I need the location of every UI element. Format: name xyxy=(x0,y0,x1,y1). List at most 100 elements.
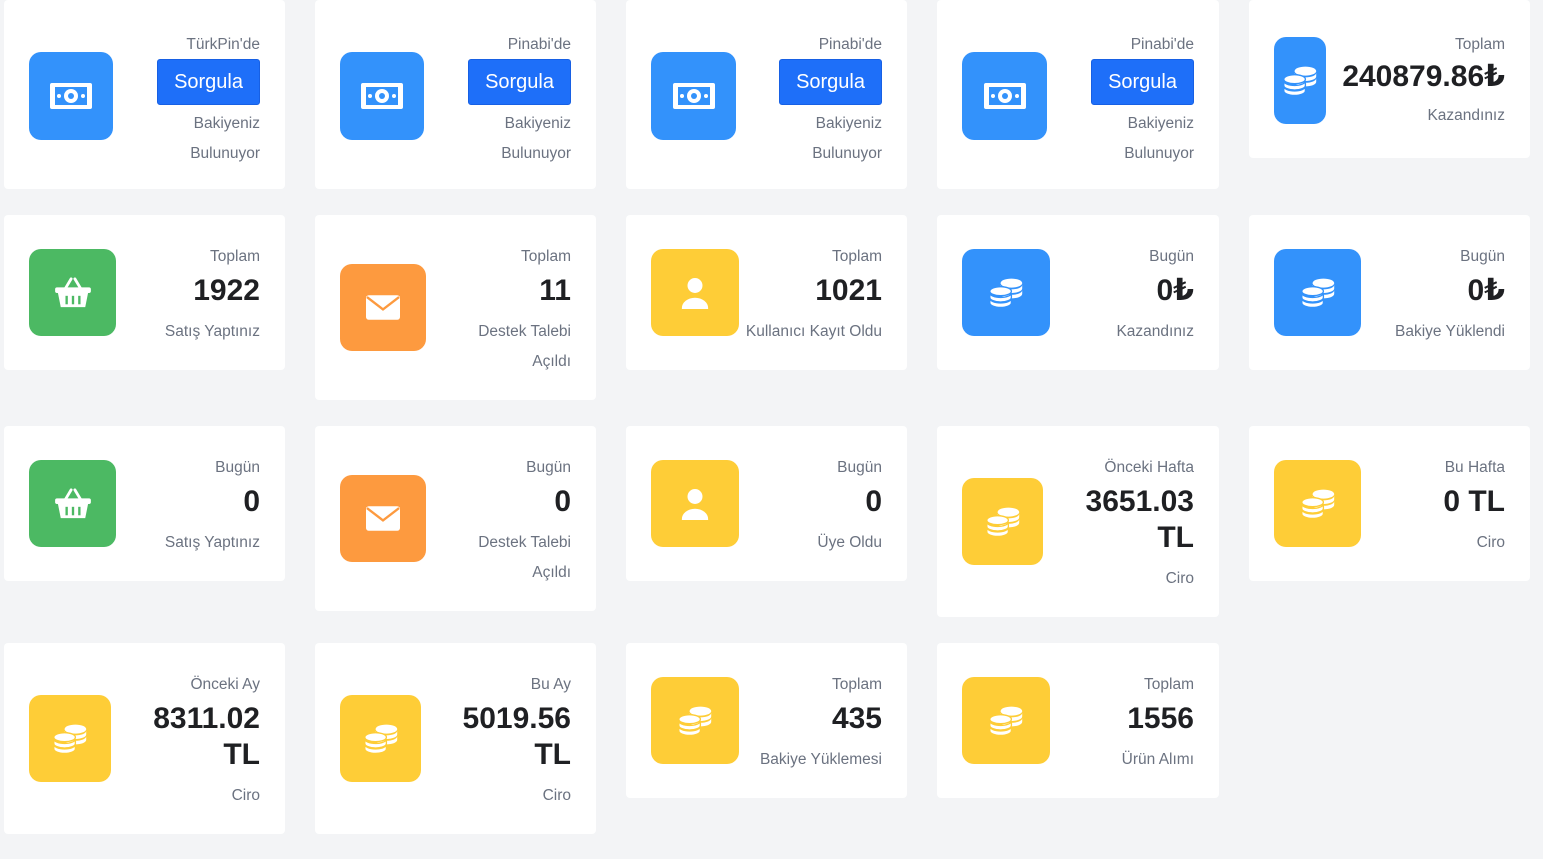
card-sub: Bakiyeniz xyxy=(193,115,260,132)
card-pinabi-balance-3: Pinabi'de Sorgula Bakiyeniz Bulunuyor xyxy=(937,0,1219,189)
card-previous-month-revenue: Önceki Ay 8311.02 TL Ciro xyxy=(4,643,285,834)
card-sub: Ürün Alımı xyxy=(1121,751,1194,768)
card-total-earned: Toplam 240879.86₺ Kazandınız xyxy=(1249,0,1530,158)
card-total-product-purchases: Toplam 1556 Ürün Alımı xyxy=(937,643,1219,798)
card-sub: Bakiyeniz xyxy=(815,115,882,132)
card-value: 0 xyxy=(243,485,260,518)
card-label: Toplam xyxy=(210,248,260,265)
money-icon xyxy=(29,52,113,140)
card-pinabi-balance-2: Pinabi'de Sorgula Bakiyeniz Bulunuyor xyxy=(626,0,907,189)
card-this-week-revenue: Bu Hafta 0 TL Ciro xyxy=(1249,426,1530,581)
coins-icon xyxy=(1274,37,1326,124)
card-label: Önceki Ay xyxy=(190,676,260,693)
card-label: Toplam xyxy=(832,248,882,265)
envelope-icon xyxy=(340,264,426,351)
card-value-unit: TL xyxy=(223,738,260,771)
card-sub: Ciro xyxy=(1165,570,1194,587)
card-this-month-revenue: Bu Ay 5019.56 TL Ciro xyxy=(315,643,596,834)
card-value: 11 xyxy=(539,274,571,307)
card-value: 240879.86₺ xyxy=(1342,60,1505,93)
sorgula-button[interactable]: Sorgula xyxy=(1091,59,1194,105)
card-sub: Ciro xyxy=(1476,534,1505,551)
card-value: 0 xyxy=(865,485,882,518)
coins-icon xyxy=(962,478,1043,565)
card-label: Bugün xyxy=(1149,248,1194,265)
coins-icon xyxy=(29,695,111,782)
card-value-unit: TL xyxy=(534,738,571,771)
card-label: Toplam xyxy=(1144,676,1194,693)
card-label: Toplam xyxy=(832,676,882,693)
card-sub: Ciro xyxy=(231,787,260,804)
card-sub: Kullanıcı Kayıt Oldu xyxy=(745,323,882,340)
envelope-icon xyxy=(340,475,426,562)
card-today-members: Bugün 0 Üye Oldu xyxy=(626,426,907,581)
card-turkpin-balance: TürkPin'de Sorgula Bakiyeniz Bulunuyor xyxy=(4,0,285,189)
sorgula-button[interactable]: Sorgula xyxy=(468,59,571,105)
sorgula-button[interactable]: Sorgula xyxy=(157,59,260,105)
card-label: Toplam xyxy=(1455,36,1505,53)
card-sub: Satış Yaptınız xyxy=(164,323,260,340)
basket-icon xyxy=(29,460,116,547)
card-value: 0₺ xyxy=(1467,274,1505,307)
money-icon xyxy=(340,52,424,140)
card-sub: Açıldı xyxy=(532,564,571,581)
card-pinabi-balance-1: Pinabi'de Sorgula Bakiyeniz Bulunuyor xyxy=(315,0,596,189)
coins-icon xyxy=(962,249,1050,336)
card-value: 0₺ xyxy=(1156,274,1194,307)
money-icon xyxy=(651,52,736,140)
card-sub: Bulunuyor xyxy=(501,145,571,162)
card-value: 3651.03 xyxy=(1085,485,1194,518)
card-sub: Destek Talebi xyxy=(478,323,571,340)
card-label: Bu Ay xyxy=(530,676,571,693)
card-sub: Kazandınız xyxy=(1427,107,1505,124)
card-total-users: Toplam 1021 Kullanıcı Kayıt Oldu xyxy=(626,215,907,370)
card-sub: Açıldı xyxy=(532,353,571,370)
card-label: TürkPin'de xyxy=(186,36,260,53)
card-label: Bu Hafta xyxy=(1444,459,1505,476)
card-sub: Bakiyeniz xyxy=(1127,115,1194,132)
money-icon xyxy=(962,52,1047,140)
card-label: Pinabi'de xyxy=(1130,36,1194,53)
card-sub: Kazandınız xyxy=(1116,323,1194,340)
card-previous-week-revenue: Önceki Hafta 3651.03 TL Ciro xyxy=(937,426,1219,617)
card-value: 0 xyxy=(554,485,571,518)
card-label: Önceki Hafta xyxy=(1104,459,1194,476)
card-total-balance-loads: Toplam 435 Bakiye Yüklemesi xyxy=(626,643,907,798)
user-icon xyxy=(651,249,739,336)
card-sub: Satış Yaptınız xyxy=(164,534,260,551)
card-value: 435 xyxy=(831,702,882,735)
card-today-balance-loaded: Bugün 0₺ Bakiye Yüklendi xyxy=(1249,215,1530,370)
card-sub: Ciro xyxy=(542,787,571,804)
card-sub: Bakiyeniz xyxy=(504,115,571,132)
card-sub: Bulunuyor xyxy=(1124,145,1194,162)
card-value: 8311.02 xyxy=(153,702,260,735)
card-today-earned: Bugün 0₺ Kazandınız xyxy=(937,215,1219,370)
card-sub: Bakiye Yüklendi xyxy=(1394,323,1505,340)
coins-icon xyxy=(1274,460,1361,547)
card-value: 0 TL xyxy=(1443,485,1505,518)
card-today-tickets: Bugün 0 Destek Talebi Açıldı xyxy=(315,426,596,611)
card-value: 1021 xyxy=(815,274,882,307)
card-value: 1922 xyxy=(193,274,260,307)
sorgula-button[interactable]: Sorgula xyxy=(779,59,882,105)
card-sub: Destek Talebi xyxy=(478,534,571,551)
card-sub: Üye Oldu xyxy=(817,534,882,551)
coins-icon xyxy=(651,677,739,764)
card-label: Bugün xyxy=(526,459,571,476)
card-total-tickets: Toplam 11 Destek Talebi Açıldı xyxy=(315,215,596,400)
card-total-sales: Toplam 1922 Satış Yaptınız xyxy=(4,215,285,370)
card-label: Toplam xyxy=(521,248,571,265)
coins-icon xyxy=(962,677,1050,764)
card-today-sales: Bugün 0 Satış Yaptınız xyxy=(4,426,285,581)
card-sub: Bulunuyor xyxy=(812,145,882,162)
card-value-unit: TL xyxy=(1157,521,1194,554)
card-sub: Bakiye Yüklemesi xyxy=(759,751,882,768)
coins-icon xyxy=(340,695,421,782)
card-sub: Bulunuyor xyxy=(190,145,260,162)
user-icon xyxy=(651,460,739,547)
card-label: Bugün xyxy=(837,459,882,476)
card-value: 5019.56 xyxy=(462,702,571,735)
card-label: Bugün xyxy=(1460,248,1505,265)
basket-icon xyxy=(29,249,116,336)
card-label: Pinabi'de xyxy=(507,36,571,53)
